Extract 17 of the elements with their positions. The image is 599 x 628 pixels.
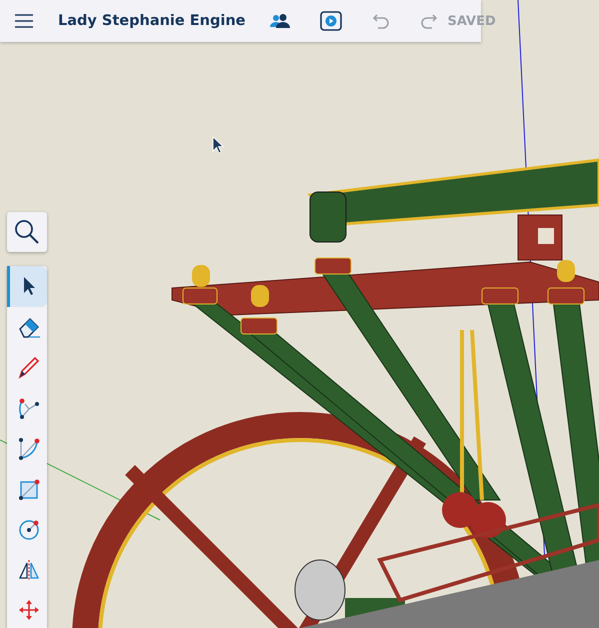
tool-button[interactable] [7,266,47,306]
model-title: Lady Stephanie Engine [58,13,246,29]
search-button[interactable] [7,212,47,252]
rectangle-icon [16,476,40,501]
redo-icon [420,13,438,29]
people-icon [270,13,290,29]
save-status: SAVED [448,14,496,28]
pencil-icon [16,355,40,380]
mirror-icon [16,558,40,582]
play-icon [320,11,342,31]
arc-icon [16,396,40,420]
move-arrows-icon [16,598,40,622]
arc-icon [16,436,40,460]
cursor-icon [212,136,224,154]
undo-icon [372,13,390,29]
menu-icon [14,14,34,28]
search-icon [14,219,40,245]
